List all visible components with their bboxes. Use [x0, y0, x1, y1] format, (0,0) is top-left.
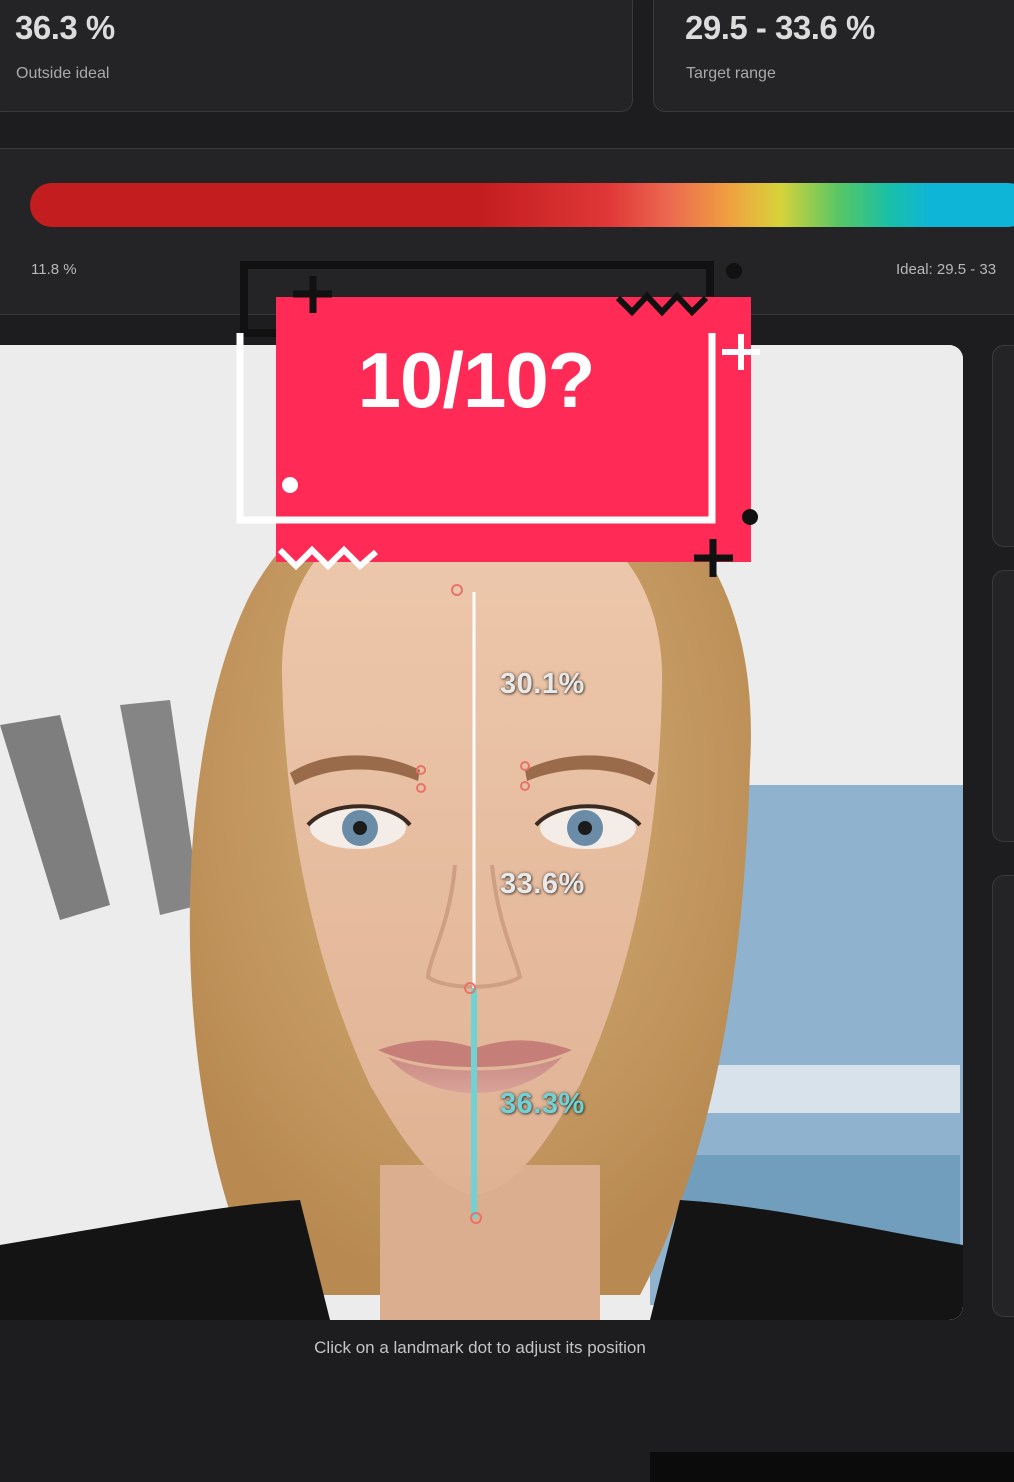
measurement-middle-third: 33.6% [500, 868, 585, 900]
face-photo-frame: 30.1% 33.6% 36.3% [0, 345, 963, 1320]
side-card [992, 345, 1014, 547]
measurement-lower-third: 36.3% [500, 1088, 585, 1120]
target-range-label: Target range [686, 65, 776, 82]
target-range-value: 29.5 - 33.6 % [685, 9, 875, 46]
rating-sticker-text: 10/10? [357, 336, 596, 424]
side-card [992, 875, 1014, 1317]
spectrum-ideal-label: Ideal: 29.5 - 33 [896, 261, 997, 278]
landmark-hint: Click on a landmark dot to adjust its po… [314, 1338, 646, 1357]
side-card [992, 570, 1014, 842]
stat-card-target: 29.5 - 33.6 % Target range [653, 0, 1014, 112]
stat-card-current: 36.3 % Outside ideal [0, 0, 633, 112]
score-gradient-bar [30, 183, 1014, 227]
bottom-strip [650, 1452, 1014, 1482]
spectrum-panel: 11.8 % Ideal: 29.5 - 33 [0, 148, 1014, 315]
current-value: 36.3 % [15, 9, 115, 46]
current-label: Outside ideal [16, 65, 110, 82]
spectrum-min-label: 11.8 % [31, 261, 77, 278]
face-photo [0, 345, 963, 1320]
measurement-upper-third: 30.1% [500, 668, 585, 700]
